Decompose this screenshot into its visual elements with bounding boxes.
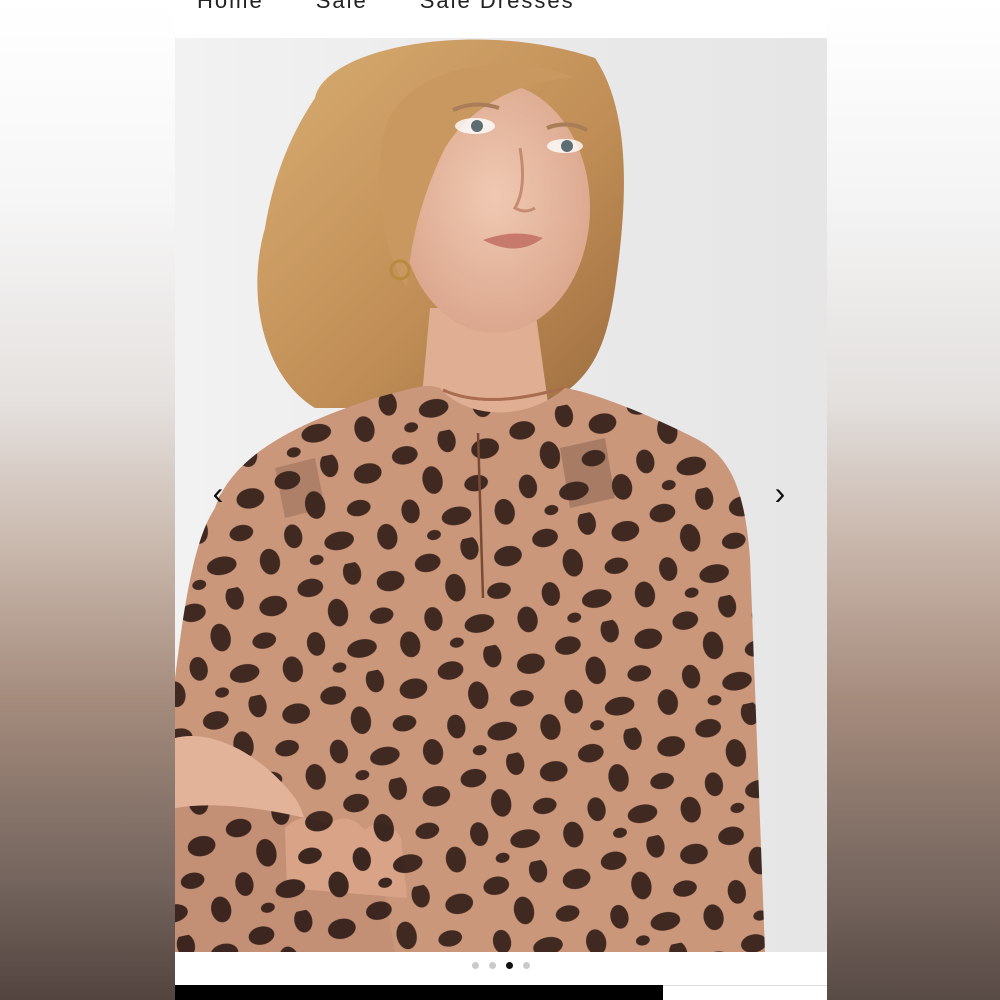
blurred-background-left [0, 0, 175, 1000]
breadcrumb-home[interactable]: Home [197, 0, 264, 14]
product-image-gallery[interactable]: ‹ › [175, 38, 827, 952]
bottom-action-bar [175, 985, 827, 1000]
blurred-background-right [827, 0, 1000, 1000]
breadcrumb: Home Sale Sale Dresses [197, 0, 575, 14]
add-to-bag-button[interactable] [175, 985, 663, 1000]
product-photo [175, 39, 765, 952]
secondary-action-button[interactable] [663, 985, 827, 1000]
chevron-right-icon: › [774, 475, 786, 511]
carousel-dot-3-active[interactable] [506, 962, 513, 969]
chevron-left-icon: ‹ [212, 475, 224, 511]
breadcrumb-sale-dresses[interactable]: Sale Dresses [420, 0, 575, 14]
carousel-dot-1[interactable] [472, 962, 479, 969]
previous-image-button[interactable]: ‹ [201, 476, 235, 510]
carousel-dot-2[interactable] [489, 962, 496, 969]
carousel-pagination [175, 962, 827, 969]
next-image-button[interactable]: › [763, 476, 797, 510]
carousel-dot-4[interactable] [523, 962, 530, 969]
product-page: Home Sale Sale Dresses ‹ › [175, 0, 827, 1000]
breadcrumb-sale[interactable]: Sale [316, 0, 368, 14]
